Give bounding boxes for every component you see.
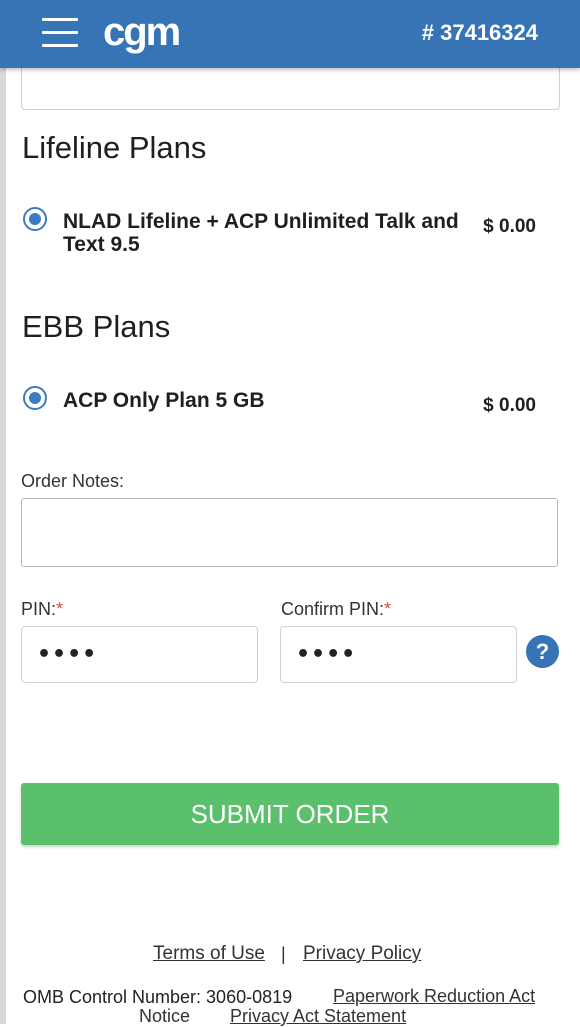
pin-label-text: PIN: [21,599,57,619]
lifeline-plan-name: NLAD Lifeline + ACP Unlimited Talk and T… [63,210,459,256]
lifeline-plan-radio[interactable] [23,207,47,231]
lifeline-plan-name-line2: Text 9.5 [63,233,140,256]
terms-of-use-link[interactable]: Terms of Use [153,943,265,965]
pin-label: PIN:* [21,599,63,620]
question-icon[interactable]: ? [526,635,559,668]
ebb-plans-title: EBB Plans [22,309,171,344]
page-edge [0,0,6,1024]
menu-icon[interactable] [42,18,78,48]
confirm-pin-input[interactable]: •••• [280,626,517,683]
pin-input[interactable]: •••• [21,626,258,683]
order-notes-label: Order Notes: [21,471,125,491]
paperwork-reduction-act-link[interactable]: Paperwork Reduction Act [333,986,535,1007]
confirm-pin-label-text: Confirm PIN: [281,599,385,619]
lifeline-plan-name-line1: NLAD Lifeline + ACP Unlimited Talk and [63,210,459,233]
privacy-policy-link[interactable]: Privacy Policy [303,943,421,965]
brand-logo[interactable]: cgm [103,10,181,55]
app-header: cgm # 37416324 [0,0,580,68]
ebb-plan-radio[interactable] [23,386,47,410]
order-notes-textarea[interactable] [21,498,558,567]
omb-control-number: OMB Control Number: 3060-0819 [23,987,293,1007]
account-number: # 37416324 [421,20,538,45]
submit-order-button[interactable]: SUBMIT ORDER [21,783,559,845]
lifeline-plans-title: Lifeline Plans [22,130,207,165]
footer-separator: | [281,944,286,964]
ebb-plan-price: $ 0.00 [483,395,536,416]
pin-required-mark: * [56,599,64,619]
lifeline-plan-price: $ 0.00 [483,216,536,237]
confirm-pin-label: Confirm PIN:* [281,599,391,620]
ebb-plan-name: ACP Only Plan 5 GB [63,389,265,412]
confirm-pin-required-mark: * [384,599,392,619]
